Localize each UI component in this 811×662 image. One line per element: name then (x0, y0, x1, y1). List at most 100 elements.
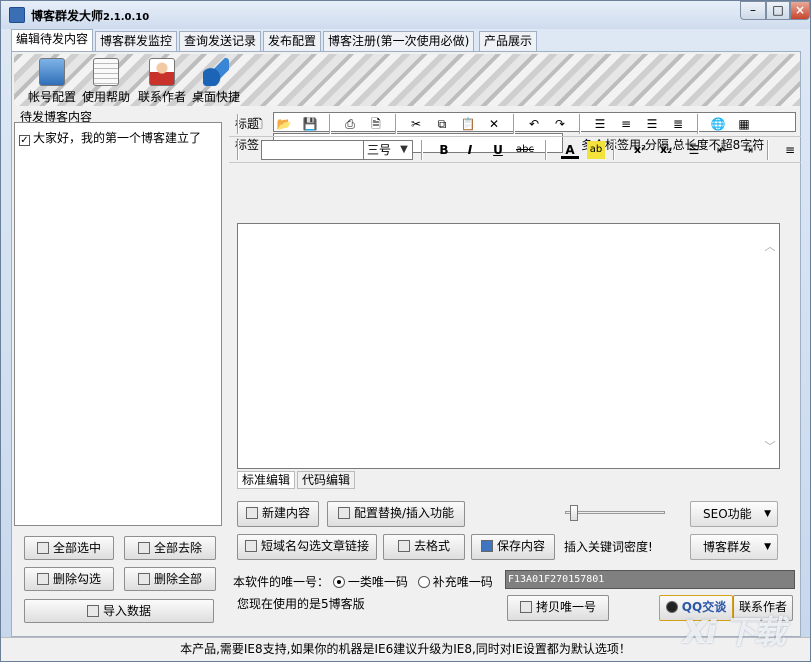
short-domain-button[interactable]: 短域名勾选文章链接 (237, 534, 377, 560)
app-window: 博客群发大师2.1.0.10 – □ × 编辑待发内容 博客群发监控 查询发送记… (0, 0, 811, 662)
blog-send-dropdown[interactable]: 博客群发 ▼ (690, 534, 778, 560)
deselect-all-button[interactable]: 全部去除 (124, 536, 216, 560)
app-icon (9, 7, 25, 23)
clear-format-icon (397, 540, 410, 552)
eraser-icon (36, 573, 49, 585)
radio-button[interactable] (332, 576, 345, 588)
desktop-shortcut-button[interactable]: 桌面快捷 (190, 56, 242, 104)
justify-icon[interactable]: ≣ (669, 115, 687, 133)
config-replace-button[interactable]: 配置替换/插入功能 (327, 501, 465, 527)
pi-icon (244, 540, 257, 552)
import-icon (86, 605, 99, 617)
version-note: 您现在使用的是5博客版 (237, 597, 365, 611)
subscript-icon[interactable]: x₂ (657, 141, 675, 159)
left-panel: 待发博客内容 ✓ 大家好，我的第一个博客建立了 全部选中 全部去除 删除勾选 删除… (14, 108, 222, 636)
import-data-button[interactable]: 导入数据 (24, 599, 214, 623)
desktop-shortcut-icon (203, 58, 229, 86)
indent-icon[interactable]: ⇥ (739, 141, 757, 159)
desktop-shortcut-label: 桌面快捷 (191, 90, 240, 104)
highlight-icon[interactable]: ab (587, 141, 605, 159)
align-right-icon[interactable]: ☰ (643, 115, 661, 133)
superscript-icon[interactable]: x² (631, 141, 649, 159)
new-doc-icon[interactable]: 🗋 (249, 115, 267, 133)
redo-icon[interactable]: ↷ (551, 115, 569, 133)
tab-monitor[interactable]: 博客群发监控 (95, 31, 178, 51)
tab-publish-config[interactable]: 发布配置 (263, 31, 322, 51)
editor-body[interactable] (242, 228, 759, 464)
save-content-button[interactable]: 保存内容 (471, 534, 555, 560)
help-button[interactable]: 使用帮助 (80, 56, 132, 104)
keyword-density-slider[interactable] (565, 505, 665, 521)
main-tabs: 编辑待发内容 博客群发监控 查询发送记录 发布配置 博客注册(第一次使用必做) … (11, 29, 801, 51)
list-item-text: 大家好，我的第一个博客建立了 (33, 131, 202, 145)
cut-icon[interactable]: ✂ (407, 115, 425, 133)
tab-standard-edit[interactable]: 标准编辑 (237, 471, 296, 489)
undo-icon[interactable]: ↶ (525, 115, 543, 133)
bold-icon[interactable]: B (435, 141, 453, 159)
print-preview-icon[interactable]: 🗎 (367, 115, 385, 133)
font-color-icon[interactable]: A (561, 141, 579, 159)
title-bar: 博客群发大师2.1.0.10 – □ × (1, 1, 810, 29)
strikethrough-icon[interactable]: abc (513, 141, 537, 159)
help-label: 使用帮助 (81, 90, 130, 104)
radio-button[interactable] (417, 576, 430, 588)
list-item[interactable]: ✓ 大家好，我的第一个博客建立了 (19, 129, 201, 146)
font-size-select[interactable]: 三号 ▼ (363, 140, 413, 160)
account-config-label: 帐号配置 (27, 90, 76, 104)
paste-icon[interactable]: 📋 (459, 115, 477, 133)
link-icon[interactable]: 🌐 (709, 115, 727, 133)
copy-icon[interactable]: ⧉ (433, 115, 451, 133)
account-config-icon (39, 58, 65, 86)
scroll-down-icon[interactable]: ﹀ (763, 438, 777, 454)
slider-thumb[interactable] (569, 505, 578, 521)
license-row: 本软件的唯一号： 一类唯一码 补充唯一码 (233, 573, 493, 590)
clear-format-button[interactable]: 去格式 (383, 534, 465, 560)
align-center-icon[interactable]: ≡ (617, 115, 635, 133)
radio-supplement[interactable]: 补充唯一码 (417, 575, 493, 589)
tab-blog-register[interactable]: 博客注册(第一次使用必做) (323, 31, 475, 51)
tab-send-records[interactable]: 查询发送记录 (179, 31, 262, 51)
editor-toolbar-row1: 🗋 📂 💾 ⎙ 🗎 ✂ ⧉ 📋 ✕ ↶ ↷ ☰ ≡ ☰ ≣ 🌐 ▦ (229, 111, 801, 137)
align-left-icon[interactable]: ☰ (591, 115, 609, 133)
tab-code-edit[interactable]: 代码编辑 (297, 471, 356, 489)
qq-penguin-icon (665, 601, 678, 613)
save-icon[interactable]: 💾 (301, 115, 319, 133)
editor-toolbar-row2: ▼ 三号▼ B I U abc A ab x² x₂ ☰ ⇤ ⇥ ≡ (229, 137, 801, 163)
deselect-all-icon (137, 542, 150, 554)
delete-all-button[interactable]: 删除全部 (124, 567, 216, 591)
watermark-logo: Xi 下载 (683, 613, 786, 651)
delete-all-icon (137, 573, 150, 585)
open-folder-icon[interactable]: 📂 (275, 115, 293, 133)
content-editor[interactable]: ︿ ﹀ (237, 223, 780, 469)
tab-products[interactable]: 产品展示 (479, 31, 538, 51)
editor-scrollbar[interactable]: ︿ ﹀ (763, 226, 777, 466)
select-all-icon (36, 542, 49, 554)
table-icon[interactable]: ▦ (735, 115, 753, 133)
new-content-button[interactable]: 新建内容 (237, 501, 319, 527)
underline-icon[interactable]: U (489, 141, 507, 159)
config-doc-icon (337, 507, 350, 519)
more-icon[interactable]: ≡ (781, 141, 799, 159)
delete-icon[interactable]: ✕ (485, 115, 503, 133)
ordered-list-icon[interactable]: ☰ (685, 141, 703, 159)
tab-edit-content[interactable]: 编辑待发内容 (11, 29, 94, 51)
queue-list[interactable]: ✓ 大家好，我的第一个博客建立了 (14, 122, 222, 526)
print-icon[interactable]: ⎙ (341, 115, 359, 133)
account-config-button[interactable]: 帐号配置 (26, 56, 78, 104)
checkbox[interactable]: ✓ (19, 135, 30, 146)
outdent-icon[interactable]: ⇤ (713, 141, 731, 159)
license-code[interactable]: F13A01F270157801 (505, 570, 795, 589)
minimize-button[interactable]: – (740, 1, 766, 20)
copy-code-button[interactable]: 拷贝唯一号 (507, 595, 609, 621)
caret-down-icon: ▼ (764, 509, 771, 519)
seo-dropdown[interactable]: SEO功能 ▼ (690, 501, 778, 527)
italic-icon[interactable]: I (461, 141, 479, 159)
contact-author-button[interactable]: 联系作者 (136, 56, 188, 104)
radio-class1[interactable]: 一类唯一码 (332, 575, 408, 589)
scroll-up-icon[interactable]: ︿ (763, 238, 777, 254)
license-label: 本软件的唯一号： (233, 575, 330, 589)
delete-checked-button[interactable]: 删除勾选 (24, 567, 114, 591)
close-button[interactable]: × (790, 1, 810, 20)
maximize-button[interactable]: □ (766, 1, 790, 20)
select-all-button[interactable]: 全部选中 (24, 536, 114, 560)
